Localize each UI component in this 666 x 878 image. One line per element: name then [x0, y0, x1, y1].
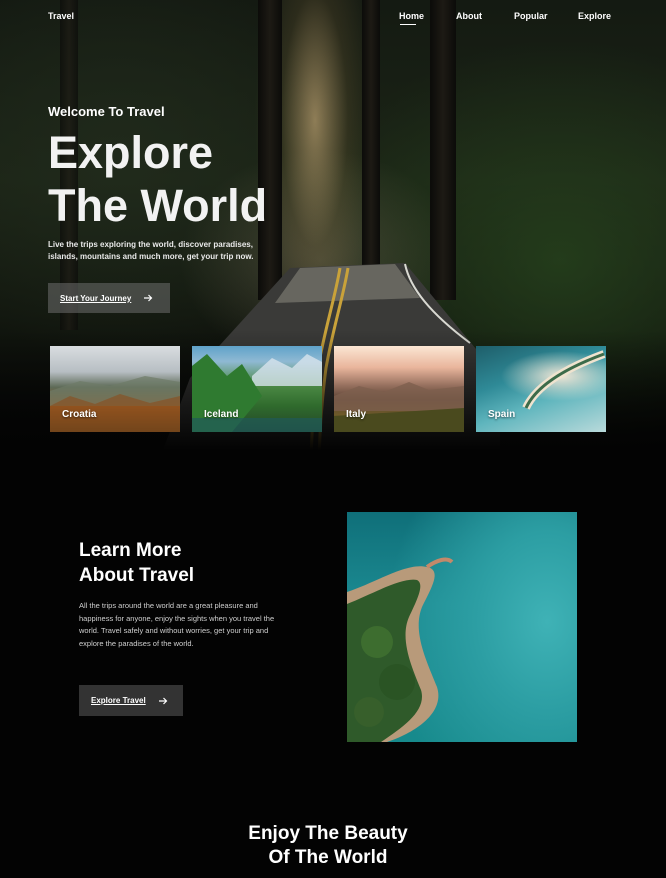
destination-card-italy[interactable]: Italy	[334, 346, 464, 432]
nav-item-explore[interactable]: Explore	[578, 11, 611, 21]
about-title-line2: About Travel	[79, 565, 195, 586]
nav-item-about[interactable]: About	[456, 11, 482, 21]
hero-headline: Explore The World	[48, 126, 267, 232]
nav-item-home[interactable]: Home	[399, 11, 424, 21]
hero-headline-line1: Explore	[48, 127, 214, 178]
hero-description-line1: Live the trips exploring the world, disc…	[48, 240, 253, 249]
destination-label: Iceland	[204, 409, 239, 420]
tree-trunk	[362, 0, 380, 290]
start-journey-button[interactable]: Start Your Journey	[48, 283, 170, 313]
hero-description-line2: islands, mountains and much more, get yo…	[48, 252, 254, 261]
destination-card-croatia[interactable]: Croatia	[50, 346, 180, 432]
destination-label: Croatia	[62, 409, 97, 420]
nav-active-indicator	[400, 24, 416, 25]
tree-trunk	[430, 0, 456, 300]
arrow-right-icon	[158, 697, 168, 704]
hero-headline-line2: The World	[48, 180, 268, 231]
about-description: All the trips around the world are a gre…	[79, 601, 275, 648]
destination-card-iceland[interactable]: Iceland	[192, 346, 322, 432]
main-nav: Home About Popular Explore	[0, 11, 666, 31]
explore-travel-label: Explore Travel	[91, 696, 146, 705]
enjoy-title: Enjoy The Beauty Of The World	[0, 822, 656, 870]
hero-subtitle: Welcome To Travel	[48, 104, 165, 119]
aerial-coast-image	[347, 512, 577, 742]
hero-description: Live the trips exploring the world, disc…	[48, 239, 288, 263]
destination-label: Spain	[488, 409, 516, 420]
about-title: Learn More About Travel	[79, 538, 194, 588]
explore-travel-button[interactable]: Explore Travel	[79, 685, 183, 716]
nav-item-popular[interactable]: Popular	[514, 11, 548, 21]
about-title-line1: Learn More	[79, 540, 182, 561]
enjoy-title-line1: Enjoy The Beauty	[248, 823, 408, 844]
arrow-right-icon	[144, 294, 153, 302]
enjoy-title-line2: Of The World	[268, 847, 388, 868]
destination-label: Italy	[346, 409, 367, 420]
destination-card-spain[interactable]: Spain	[476, 346, 606, 432]
start-journey-label: Start Your Journey	[60, 293, 132, 303]
